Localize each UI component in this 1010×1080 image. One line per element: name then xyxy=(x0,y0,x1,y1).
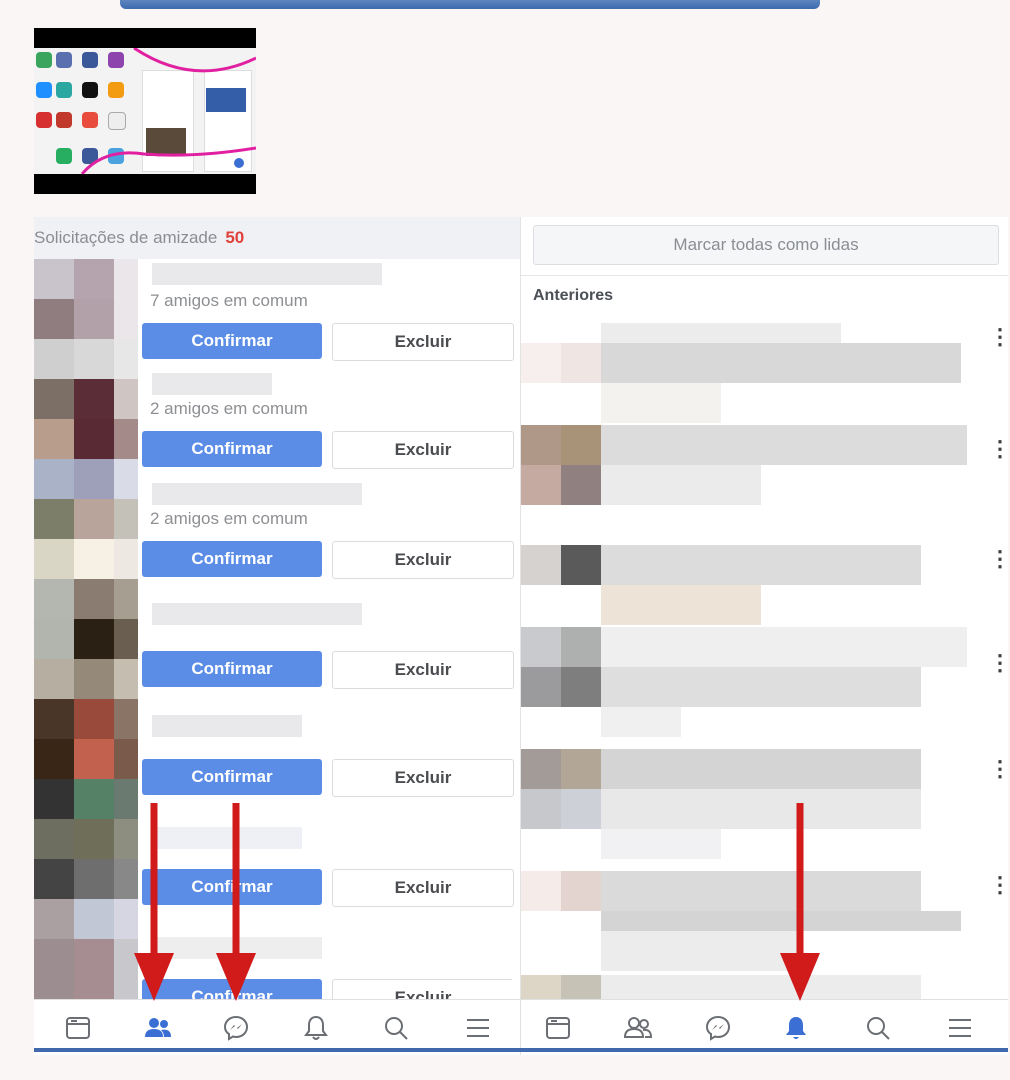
name-blur xyxy=(152,373,272,395)
name-blur xyxy=(152,483,362,505)
menu-icon[interactable] xyxy=(458,1008,498,1048)
delete-button[interactable]: Excluir xyxy=(332,431,514,469)
bottom-navigation xyxy=(34,999,1008,1055)
notification-menu-icon[interactable]: ⋮ xyxy=(989,874,1008,896)
bell-icon[interactable] xyxy=(776,1008,816,1048)
notification-menu-icon[interactable]: ⋮ xyxy=(989,758,1008,780)
friend-request-item: Confirmar Excluir xyxy=(142,715,514,815)
bottom-accent-line xyxy=(34,1048,1008,1052)
friend-requests-panel: Solicitações de amizade 50 7 amigos em c… xyxy=(34,217,520,1055)
section-label-anteriores: Anteriores xyxy=(533,287,614,304)
search-icon[interactable] xyxy=(858,1008,898,1048)
facebook-screenshot: Solicitações de amizade 50 7 amigos em c… xyxy=(34,217,1008,1055)
search-icon[interactable] xyxy=(376,1008,416,1048)
friend-request-item: 7 amigos em comum Confirmar Excluir xyxy=(142,263,514,363)
notification-item[interactable] xyxy=(521,975,1008,999)
notification-item[interactable]: ⋮ xyxy=(521,425,1008,543)
notification-item[interactable]: ⋮ xyxy=(521,323,1008,441)
friend-request-item: 2 amigos em comum Confirmar Excluir xyxy=(142,483,514,583)
confirm-button[interactable]: Confirmar xyxy=(142,759,322,795)
friend-request-item: Confirmar Excluir xyxy=(142,827,514,927)
arrow-to-messenger-icon xyxy=(216,803,256,1001)
friends-icon[interactable] xyxy=(138,1008,178,1048)
friend-request-item: Confirmar Excluir xyxy=(142,603,514,703)
friends-icon[interactable] xyxy=(618,1008,658,1048)
feed-icon[interactable] xyxy=(58,1008,98,1048)
confirm-button[interactable]: Confirmar xyxy=(142,323,322,359)
mutual-friends-text: 7 amigos em comum xyxy=(150,291,308,310)
mark-all-read-button[interactable]: Marcar todas como lidas xyxy=(533,225,999,265)
notification-menu-icon[interactable]: ⋮ xyxy=(989,652,1008,674)
name-blur xyxy=(152,263,382,285)
tutorial-thumbnail xyxy=(34,28,256,194)
notification-item[interactable]: ⋮ xyxy=(521,749,1008,867)
arrow-to-friends-icon xyxy=(134,803,174,1001)
friend-requests-title: Solicitações de amizade xyxy=(34,228,218,247)
friend-requests-header: Solicitações de amizade 50 xyxy=(34,217,520,259)
notification-item[interactable]: ⋮ xyxy=(521,871,1008,989)
mutual-friends-text: 2 amigos em comum xyxy=(150,399,308,418)
notification-menu-icon[interactable]: ⋮ xyxy=(989,326,1008,348)
mutual-friends-text: 2 amigos em comum xyxy=(150,509,308,528)
name-blur xyxy=(152,715,302,737)
top-banner-edge xyxy=(120,0,820,9)
delete-button[interactable]: Excluir xyxy=(332,541,514,579)
friend-request-item: 2 amigos em comum Confirmar Excluir xyxy=(142,373,514,473)
feed-icon[interactable] xyxy=(538,1008,578,1048)
arrow-to-bell-icon xyxy=(780,803,820,1001)
delete-button[interactable]: Excluir xyxy=(332,651,514,689)
divider xyxy=(521,275,1008,276)
notification-menu-icon[interactable]: ⋮ xyxy=(989,548,1008,570)
notification-item[interactable]: ⋮ xyxy=(521,627,1008,745)
messenger-icon[interactable] xyxy=(698,1008,738,1048)
delete-button[interactable]: Excluir xyxy=(332,323,514,361)
avatar-column xyxy=(34,259,138,999)
confirm-button[interactable]: Confirmar xyxy=(142,651,322,687)
messenger-icon[interactable] xyxy=(216,1008,256,1048)
delete-button[interactable]: Excluir xyxy=(332,869,514,907)
bell-icon[interactable] xyxy=(296,1008,336,1048)
name-blur xyxy=(152,603,362,625)
menu-icon[interactable] xyxy=(940,1008,980,1048)
delete-button[interactable]: Excluir xyxy=(332,759,514,797)
friend-requests-count: 50 xyxy=(225,228,245,247)
delete-button[interactable]: Excluir xyxy=(332,979,512,999)
notifications-panel: Marcar todas como lidas Anteriores ⋮ ⋮ ⋮… xyxy=(520,217,1008,1055)
confirm-button[interactable]: Confirmar xyxy=(142,541,322,577)
notification-menu-icon[interactable]: ⋮ xyxy=(989,438,1008,460)
panel-divider xyxy=(520,1000,521,1055)
friend-request-item: Confirmar Excluir xyxy=(142,937,512,999)
confirm-button[interactable]: Confirmar xyxy=(142,431,322,467)
